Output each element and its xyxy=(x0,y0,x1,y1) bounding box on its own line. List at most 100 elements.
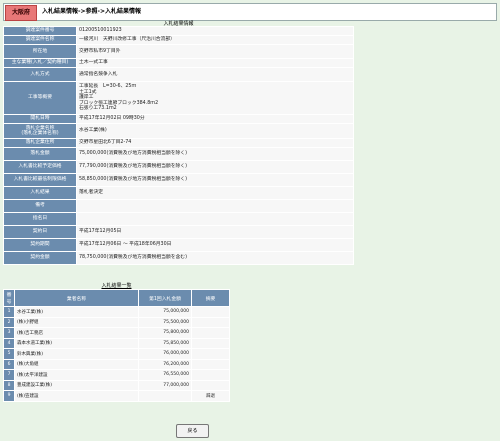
info-key: 落札企業名称 (落札企業体名称) xyxy=(3,123,77,139)
info-row: 調達案件名称 一級河川 天野川改修工事（尺治川合流部） xyxy=(3,35,354,45)
row-number: 5 xyxy=(3,348,15,360)
info-key: 落札金額 xyxy=(3,147,77,161)
info-row: 所在地 交野市私市9丁目外 xyxy=(3,44,354,59)
bid-amount: 75,800,000 xyxy=(138,327,192,339)
info-row: 備考 xyxy=(3,199,354,213)
info-key: 入札書比較最低制限価格 xyxy=(3,173,77,187)
bid-remark xyxy=(191,369,230,381)
table-row: 2 (株)小野組 75,500,000 xyxy=(3,316,230,328)
info-row: 契約日 平成17年12月05日 xyxy=(3,225,354,239)
info-value: 水谷工業(株) xyxy=(76,123,354,139)
bid-amount: 76,200,000 xyxy=(138,358,192,370)
info-value: 平成17年12月06日 ～ 平成18年06月30日 xyxy=(76,238,354,252)
results-section-title: 入札結果一覧 xyxy=(101,283,132,289)
bidder-name: 鈴木興業(株) xyxy=(14,348,139,360)
results-header-row: 番号 業者名称 第1回入札金額 摘要 xyxy=(3,289,230,307)
bidder-name: (株)大角組 xyxy=(14,358,139,370)
info-value: 一級河川 天野川改修工事（尺治川合流部） xyxy=(76,35,354,45)
table-row: 5 鈴木興業(株) 76,000,000 xyxy=(3,348,230,360)
bid-amount: 75,000,000 xyxy=(138,306,192,318)
info-row: 入札方式 通常指名競争入札 xyxy=(3,67,354,82)
info-row: 落札金額 75,000,000(消費税及び地方消費税相当額を除く) xyxy=(3,147,354,161)
prefecture-label: 大阪府 xyxy=(5,5,37,21)
info-key: 入札方式 xyxy=(3,67,77,82)
info-row: 入札書比較最低制限価格 58,850,000(消費税及び地方消費税相当額を除く) xyxy=(3,173,354,187)
info-row: 開札日時 平成17年12月02日 09時30分 xyxy=(3,114,354,124)
bid-remark: 辞退 xyxy=(191,390,230,402)
bid-amount: 75,850,000 xyxy=(138,337,192,349)
row-number: 4 xyxy=(3,337,15,349)
info-row: 契約金額 78,750,000(消費税及び地方消費税相当額を含む) xyxy=(3,251,354,265)
info-value: 01200510011923 xyxy=(76,26,354,36)
info-row: 工事等概要 工事延長 L=30‐6、25ｍ 土工1式 護岸工 ブロック張工連節ブロック3… xyxy=(3,81,354,115)
info-row: 入札書比較予定価格 77,790,000(消費税及び地方消費税相当額を除く) xyxy=(3,160,354,174)
bid-amount: 76,000,000 xyxy=(138,348,192,360)
info-row: 落札企業住所 交野市星田北6丁目2-74 xyxy=(3,138,354,148)
bid-results-table: 番号 業者名称 第1回入札金額 摘要 1 水谷工業(株) 75,000,000 2 (株… xyxy=(3,289,230,402)
bid-amount: 75,500,000 xyxy=(138,316,192,328)
bid-remark xyxy=(191,379,230,391)
row-number: 8 xyxy=(3,379,15,391)
info-value: 工事延長 L=30‐6、25ｍ 土工1式 護岸工 ブロック張工連節ブロック384.8ｍ… xyxy=(76,81,354,115)
bid-info-table: 調達案件番号 01200510011923 調達案件名称 一級河川 天野川改修工事（尺… xyxy=(3,26,354,265)
bid-amount: 76,550,000 xyxy=(138,369,192,381)
col-header-name: 業者名称 xyxy=(14,289,139,307)
breadcrumb: 入札結果情報->参照->入札結果情報 xyxy=(42,8,142,15)
bid-remark xyxy=(191,306,230,318)
info-key: 落札企業住所 xyxy=(3,138,77,148)
back-button[interactable]: 戻る xyxy=(176,424,209,438)
bid-remark xyxy=(191,316,230,328)
info-value: 77,790,000(消費税及び地方消費税相当額を除く) xyxy=(76,160,354,174)
info-value-line: 石張り工73.1ｍ2 xyxy=(79,106,117,112)
row-number: 2 xyxy=(3,316,15,328)
table-row: 3 (株)吉工務店 75,800,000 xyxy=(3,327,230,339)
page-header: 大阪府 入札結果情報->参照->入札結果情報 xyxy=(3,3,497,21)
info-key: 所在地 xyxy=(3,44,77,59)
info-value: 58,850,000(消費税及び地方消費税相当額を除く) xyxy=(76,173,354,187)
info-key: 工事等概要 xyxy=(3,81,77,115)
table-row: 1 水谷工業(株) 75,000,000 xyxy=(3,306,230,318)
info-value: 平成17年12月05日 xyxy=(76,225,354,239)
row-number: 1 xyxy=(3,306,15,318)
info-key: 契約日 xyxy=(3,225,77,239)
bid-amount xyxy=(138,390,192,402)
col-header-amount: 第1回入札金額 xyxy=(138,289,192,307)
info-key: 入札結果 xyxy=(3,186,77,200)
info-value: 落札者決定 xyxy=(76,186,354,200)
bidder-name: (株)吉工務店 xyxy=(14,327,139,339)
info-key: 指名日 xyxy=(3,212,77,226)
info-key: 調達案件名称 xyxy=(3,35,77,45)
info-value: 78,750,000(消費税及び地方消費税相当額を含む) xyxy=(76,251,354,265)
info-row: 落札企業名称 (落札企業体名称) 水谷工業(株) xyxy=(3,123,354,139)
bidder-name: (株)小野組 xyxy=(14,316,139,328)
info-key: 契約期間 xyxy=(3,238,77,252)
table-row: 4 森本水道工業(株) 75,850,000 xyxy=(3,337,230,349)
table-row: 9 (株)笠建設 辞退 xyxy=(3,390,230,402)
info-row: 調達案件番号 01200510011923 xyxy=(3,26,354,36)
info-key: 備考 xyxy=(3,199,77,213)
bidder-name: 森本水道工業(株) xyxy=(14,337,139,349)
info-row: 指名日 xyxy=(3,212,354,226)
info-row: 契約期間 平成17年12月06日 ～ 平成18年06月30日 xyxy=(3,238,354,252)
row-number: 3 xyxy=(3,327,15,339)
info-value xyxy=(76,212,354,226)
bid-remark xyxy=(191,358,230,370)
info-row: 入札結果 落札者決定 xyxy=(3,186,354,200)
bidder-name: 豊成建設工業(株) xyxy=(14,379,139,391)
table-row: 8 豊成建設工業(株) 77,000,000 xyxy=(3,379,230,391)
row-number: 7 xyxy=(3,369,15,381)
info-value: 交野市星田北6丁目2-74 xyxy=(76,138,354,148)
col-header-no: 番号 xyxy=(3,289,15,307)
info-value: 土木一式工事 xyxy=(76,58,354,68)
info-key: 開札日時 xyxy=(3,114,77,124)
bid-remark xyxy=(191,337,230,349)
info-key: 調達案件番号 xyxy=(3,26,77,36)
info-value: 平成17年12月02日 09時30分 xyxy=(76,114,354,124)
table-row: 7 (株)太平洋建設 76,550,000 xyxy=(3,369,230,381)
info-value: 75,000,000(消費税及び地方消費税相当額を除く) xyxy=(76,147,354,161)
table-row: 6 (株)大角組 76,200,000 xyxy=(3,358,230,370)
info-row: 主な業種(入札／契約種目) 土木一式工事 xyxy=(3,58,354,68)
info-key: 主な業種(入札／契約種目) xyxy=(3,58,77,68)
row-number: 6 xyxy=(3,358,15,370)
bidder-name: 水谷工業(株) xyxy=(14,306,139,318)
